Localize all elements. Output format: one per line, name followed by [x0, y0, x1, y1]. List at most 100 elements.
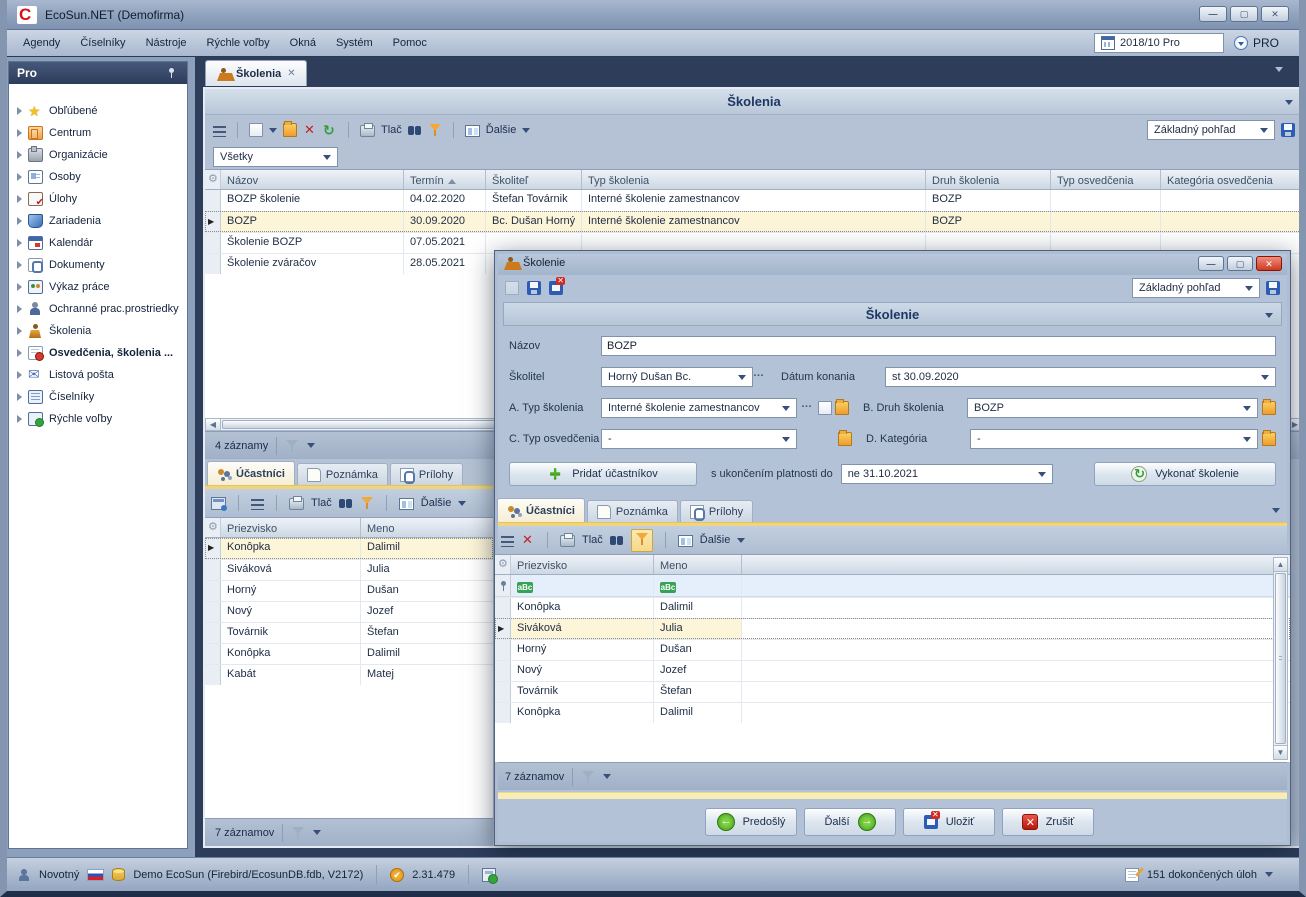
tab-prilohy[interactable]: Prílohy	[390, 463, 463, 485]
delete-icon[interactable]	[303, 123, 317, 137]
print-label[interactable]: Tlač	[311, 497, 332, 509]
save-view-icon[interactable]	[1266, 281, 1280, 295]
typ-skolenia-selector[interactable]: Interné školenie zamestnancov	[601, 398, 797, 418]
save-and-close-icon[interactable]	[549, 281, 563, 295]
table-row[interactable]: Konôpka Dalimil	[495, 597, 1290, 618]
table-row-selected[interactable]: Siváková Julia	[495, 618, 1290, 639]
filter-icon[interactable]	[428, 123, 442, 137]
sidebar-item-vykaz-prace[interactable]: Výkaz práce	[9, 276, 187, 298]
typ-osvedcenia-selector[interactable]: -	[601, 429, 797, 449]
dialog-tab-poznamka[interactable]: Poznámka	[587, 500, 678, 522]
dialog-tab-ucastnici[interactable]: Účastníci	[497, 498, 585, 522]
sidebar-item-organizacie[interactable]: Organizácie	[9, 144, 187, 166]
column-priezvisko[interactable]: Priezvisko	[511, 555, 654, 574]
menu-icon[interactable]	[213, 126, 226, 137]
minimize-button[interactable]: —	[1199, 6, 1227, 22]
filter-icon[interactable]	[581, 770, 595, 784]
previous-button[interactable]: Predošlý	[705, 808, 797, 836]
more-dropdown[interactable]	[522, 128, 530, 133]
menu-okna[interactable]: Okná	[280, 33, 326, 53]
sidebar-item-dokumenty[interactable]: Dokumenty	[9, 254, 187, 276]
pro-menu[interactable]: PRO	[1234, 36, 1279, 50]
table-row[interactable]: Siváková Julia	[205, 559, 493, 580]
maximize-button[interactable]: ▢	[1230, 6, 1258, 22]
detail-view-icon[interactable]	[211, 497, 226, 510]
filter-row[interactable]: aBc aBc	[495, 575, 1290, 597]
next-button[interactable]: Ďalší	[804, 808, 896, 836]
menu-system[interactable]: Systém	[326, 33, 383, 53]
search-icon[interactable]	[610, 533, 624, 547]
print-icon[interactable]	[289, 498, 304, 510]
table-row[interactable]: Horný Dušan	[205, 580, 493, 601]
filter-dropdown[interactable]	[603, 774, 611, 779]
table-row[interactable]: BOZP školenie 04.02.2020 Štefan Továrnik…	[205, 190, 1303, 211]
delete-icon[interactable]	[521, 533, 535, 547]
close-button[interactable]: ✕	[1261, 6, 1289, 22]
menu-ciselniky[interactable]: Číselníky	[70, 33, 135, 53]
sidebar-item-skolenia[interactable]: Školenia	[9, 320, 187, 342]
tab-skolenia[interactable]: Školenia ✕	[205, 60, 307, 86]
sidebar-item-ochranne[interactable]: Ochranné prac.prostriedky	[9, 298, 187, 320]
print-label[interactable]: Tlač	[381, 124, 402, 136]
calculator-icon[interactable]	[482, 868, 496, 882]
new-record-icon[interactable]	[249, 123, 263, 137]
menu-pomoc[interactable]: Pomoc	[383, 33, 437, 53]
filter-dropdown[interactable]	[307, 443, 315, 448]
datum-selector[interactable]: st 30.09.2020	[885, 367, 1276, 387]
folder-icon[interactable]	[835, 401, 849, 415]
print-label[interactable]: Tlač	[582, 534, 603, 546]
filter-toggle[interactable]	[631, 529, 653, 552]
ellipsis-icon[interactable]	[753, 370, 767, 384]
view-selector[interactable]: Základný pohľad	[1147, 120, 1275, 140]
kategoria-selector[interactable]: -	[970, 429, 1258, 449]
filter-icon[interactable]	[360, 496, 374, 510]
sidebar-item-osvedcenia[interactable]: Osvedčenia, školenia ...	[9, 342, 187, 364]
sidebar-item-rychle-volby[interactable]: Rýchle voľby	[9, 408, 187, 430]
header-collapse-icon[interactable]	[1265, 313, 1273, 318]
print-icon[interactable]	[560, 535, 575, 547]
column-meno[interactable]: Meno	[361, 518, 493, 537]
more-dropdown[interactable]	[458, 501, 466, 506]
druh-skolenia-selector[interactable]: BOZP	[967, 398, 1258, 418]
columns-icon[interactable]	[399, 498, 414, 510]
dialog-close-button[interactable]: ✕	[1256, 256, 1282, 271]
skolitel-selector[interactable]: Horný Dušan Bc.	[601, 367, 753, 387]
new-record-dropdown[interactable]	[269, 128, 277, 133]
gear-icon[interactable]	[207, 173, 221, 187]
column-nazov[interactable]: Názov	[221, 170, 404, 189]
add-participants-button[interactable]: Pridať účastníkov	[509, 462, 697, 486]
dialog-minimize-button[interactable]: —	[1198, 256, 1224, 271]
filter-icon[interactable]	[291, 826, 305, 840]
table-row[interactable]: Továrnik Štefan	[205, 622, 493, 643]
more-label[interactable]: Ďalšie	[421, 497, 452, 509]
column-typ-osvedcenia[interactable]: Typ osvedčenia	[1051, 170, 1161, 189]
table-row[interactable]: Nový Jozef	[205, 601, 493, 622]
new-record-icon[interactable]	[505, 281, 519, 295]
database-info[interactable]: Demo EcoSun (Firebird/EcosunDB.fdb, V217…	[133, 869, 363, 881]
sidebar-item-kalendar[interactable]: Kalendár	[9, 232, 187, 254]
column-typ-skolenia[interactable]: Typ školenia	[582, 170, 926, 189]
more-dropdown[interactable]	[737, 538, 745, 543]
column-skolitel[interactable]: Školiteľ	[486, 170, 582, 189]
search-icon[interactable]	[339, 496, 353, 510]
tab-close-icon[interactable]: ✕	[287, 68, 295, 79]
sidebar-item-listova-posta[interactable]: Listová pošta	[9, 364, 187, 386]
records-filter-selector[interactable]: Všetky	[213, 147, 338, 167]
dialog-view-selector[interactable]: Základný pohľad	[1132, 278, 1260, 298]
save-icon[interactable]	[527, 281, 541, 295]
columns-icon[interactable]	[678, 535, 693, 547]
gear-icon[interactable]	[497, 558, 511, 572]
column-priezvisko[interactable]: Priezvisko	[221, 518, 361, 537]
scrollbar-thumb[interactable]	[1275, 573, 1286, 744]
sidebar-item-ciselniky[interactable]: Číselníky	[9, 386, 187, 408]
more-label[interactable]: Ďalšie	[700, 534, 731, 546]
dialog-tab-prilohy[interactable]: Prílohy	[680, 500, 753, 522]
menu-icon[interactable]	[501, 536, 514, 547]
tab-ucastnici[interactable]: Účastníci	[207, 461, 295, 485]
more-label[interactable]: Ďalšie	[486, 124, 517, 136]
tab-poznamka[interactable]: Poznámka	[297, 463, 388, 485]
table-row[interactable]: Továrnik Štefan	[495, 681, 1290, 702]
print-icon[interactable]	[360, 125, 375, 137]
sidebar-item-centrum[interactable]: Centrum	[9, 122, 187, 144]
scroll-down-arrow[interactable]: ▼	[1274, 745, 1287, 759]
